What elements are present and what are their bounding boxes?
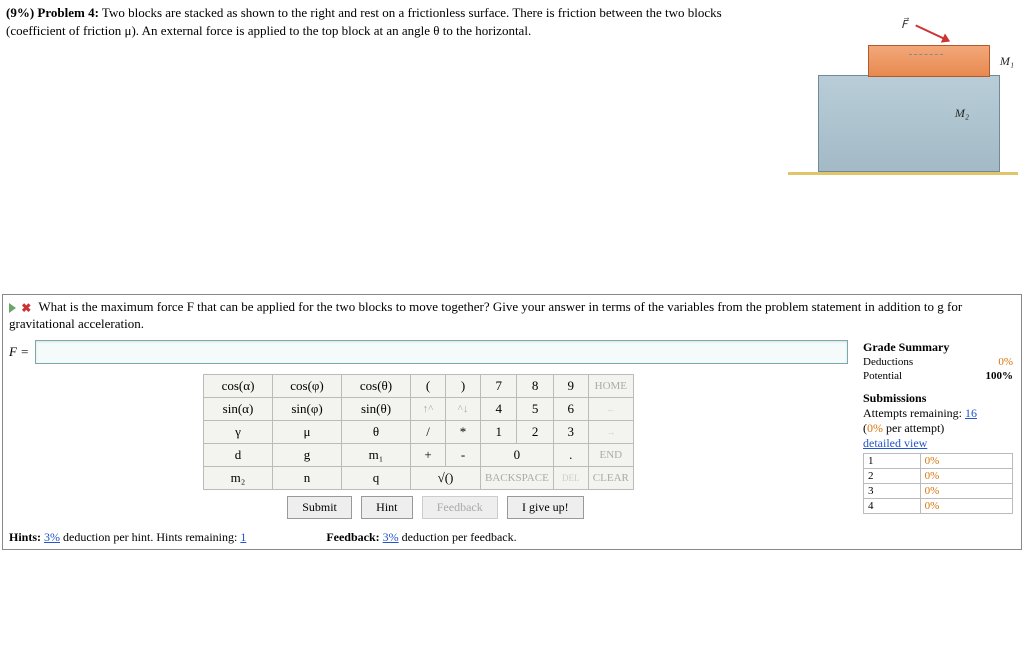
key-d[interactable]: d xyxy=(204,443,273,466)
key-mul[interactable]: * xyxy=(446,420,481,443)
key-right[interactable]: → xyxy=(588,420,633,443)
submit-button[interactable]: Submit xyxy=(287,496,352,519)
feedback-button[interactable]: Feedback xyxy=(422,496,498,519)
key-sin-theta[interactable]: sin(θ) xyxy=(342,397,411,420)
key-del[interactable]: DEL xyxy=(553,466,588,489)
key-left[interactable]: ← xyxy=(588,397,633,420)
problem-statement: Two blocks are stacked as shown to the r… xyxy=(6,5,722,38)
key-1[interactable]: 1 xyxy=(481,420,517,443)
close-icon[interactable]: ✖ xyxy=(21,301,31,316)
key-q[interactable]: q xyxy=(342,466,411,489)
key-dot[interactable]: . xyxy=(553,443,588,466)
key-theta[interactable]: θ xyxy=(342,420,411,443)
key-minus[interactable]: - xyxy=(446,443,481,466)
key-plus[interactable]: + xyxy=(411,443,446,466)
key-n[interactable]: n xyxy=(273,466,342,489)
key-cos-phi[interactable]: cos(φ) xyxy=(273,374,342,397)
key-sqrt[interactable]: √() xyxy=(411,466,481,489)
key-m2[interactable]: m₂ xyxy=(204,466,273,489)
submissions-title: Submissions xyxy=(863,391,1013,406)
giveup-button[interactable]: I give up! xyxy=(507,496,584,519)
block-m1: M₁ F⃗ xyxy=(868,45,990,77)
key-6[interactable]: 6 xyxy=(553,397,588,420)
attempts-remaining[interactable]: 16 xyxy=(965,406,977,420)
feedback-info: Feedback: 3% deduction per feedback. xyxy=(326,530,516,545)
key-7[interactable]: 7 xyxy=(481,374,517,397)
problem-number: (9%) Problem 4: xyxy=(6,5,99,20)
key-3[interactable]: 3 xyxy=(553,420,588,443)
detailed-view-link[interactable]: detailed view xyxy=(863,436,1013,451)
key-mu[interactable]: μ xyxy=(273,420,342,443)
key-2[interactable]: 2 xyxy=(517,420,553,443)
key-cos-alpha[interactable]: cos(α) xyxy=(204,374,273,397)
key-clear[interactable]: CLEAR xyxy=(588,466,633,489)
key-gamma[interactable]: γ xyxy=(204,420,273,443)
force-arrow-icon xyxy=(915,24,948,41)
key-home[interactable]: HOME xyxy=(588,374,633,397)
key-4[interactable]: 4 xyxy=(481,397,517,420)
grade-summary: Grade Summary Deductions0% Potential100%… xyxy=(854,336,1021,525)
key-end[interactable]: END xyxy=(588,443,633,466)
hints-info: Hints: 3% deduction per hint. Hints rema… xyxy=(9,530,246,545)
figure: M₂ M₁ F⃗ xyxy=(788,6,1018,181)
play-icon xyxy=(9,303,16,313)
block-m2: M₂ xyxy=(818,75,1000,172)
answer-label: F = xyxy=(9,344,29,360)
key-m1[interactable]: m₁ xyxy=(342,443,411,466)
key-sin-alpha[interactable]: sin(α) xyxy=(204,397,273,420)
force-label: F⃗ xyxy=(901,18,907,31)
key-8[interactable]: 8 xyxy=(517,374,553,397)
key-sin-phi[interactable]: sin(φ) xyxy=(273,397,342,420)
key-up[interactable]: ↑^ xyxy=(411,397,446,420)
key-g[interactable]: g xyxy=(273,443,342,466)
key-backspace[interactable]: BACKSPACE xyxy=(481,466,554,489)
keypad: cos(α) cos(φ) cos(θ) ( ) 7 8 9 HOME sin(… xyxy=(203,374,634,519)
answer-input[interactable] xyxy=(35,340,848,364)
answer-panel: ✖ What is the maximum force F that can b… xyxy=(2,294,1022,550)
hint-button[interactable]: Hint xyxy=(361,496,412,519)
summary-title: Grade Summary xyxy=(863,340,1013,355)
key-0[interactable]: 0 xyxy=(481,443,554,466)
key-div[interactable]: / xyxy=(411,420,446,443)
key-9[interactable]: 9 xyxy=(553,374,588,397)
key-rparen[interactable]: ) xyxy=(446,374,481,397)
key-lparen[interactable]: ( xyxy=(411,374,446,397)
key-down[interactable]: ^↓ xyxy=(446,397,481,420)
question-text: What is the maximum force F that can be … xyxy=(9,299,962,331)
key-5[interactable]: 5 xyxy=(517,397,553,420)
key-cos-theta[interactable]: cos(θ) xyxy=(342,374,411,397)
